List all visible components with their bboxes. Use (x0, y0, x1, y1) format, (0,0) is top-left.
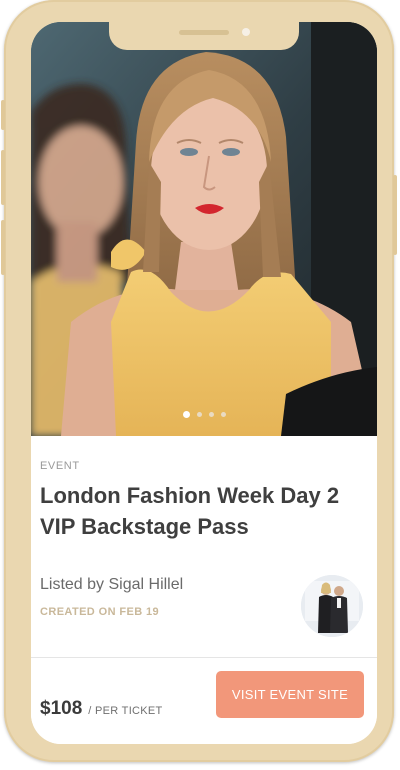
mute-switch (1, 100, 5, 130)
notch (109, 22, 299, 50)
event-card: EVENT London Fashion Week Day 2 VIP Back… (31, 436, 377, 744)
carousel-dot[interactable] (196, 412, 202, 417)
price-unit-label: / PER TICKET (88, 705, 163, 717)
phone-frame: EVENT London Fashion Week Day 2 VIP Back… (1, 0, 397, 762)
carousel-indicator (31, 411, 377, 418)
app-screen: EVENT London Fashion Week Day 2 VIP Back… (31, 22, 377, 744)
power-button (393, 175, 397, 255)
divider (31, 657, 377, 658)
hero-photo (31, 22, 377, 436)
volume-up-button (1, 150, 5, 205)
speaker-grille (179, 30, 229, 35)
carousel-dot[interactable] (208, 412, 214, 417)
event-title: London Fashion Week Day 2 VIP Backstage … (40, 483, 340, 539)
created-date: CREATED ON FEB 19 (40, 606, 160, 618)
front-camera (242, 28, 250, 36)
avatar-photo (301, 575, 363, 637)
volume-down-button (1, 220, 5, 275)
price-block: $108 / PER TICKET (40, 698, 163, 720)
event-category-label: EVENT (40, 460, 80, 472)
visit-event-site-button[interactable]: VISIT EVENT SITE (216, 671, 364, 718)
carousel-dot[interactable] (220, 412, 226, 417)
ticket-price: $108 (40, 698, 83, 719)
avatar[interactable] (301, 575, 363, 637)
carousel-dot[interactable] (182, 411, 190, 418)
listed-by-text[interactable]: Listed by Sigal Hillel (40, 576, 183, 594)
event-hero-image[interactable] (31, 22, 377, 436)
